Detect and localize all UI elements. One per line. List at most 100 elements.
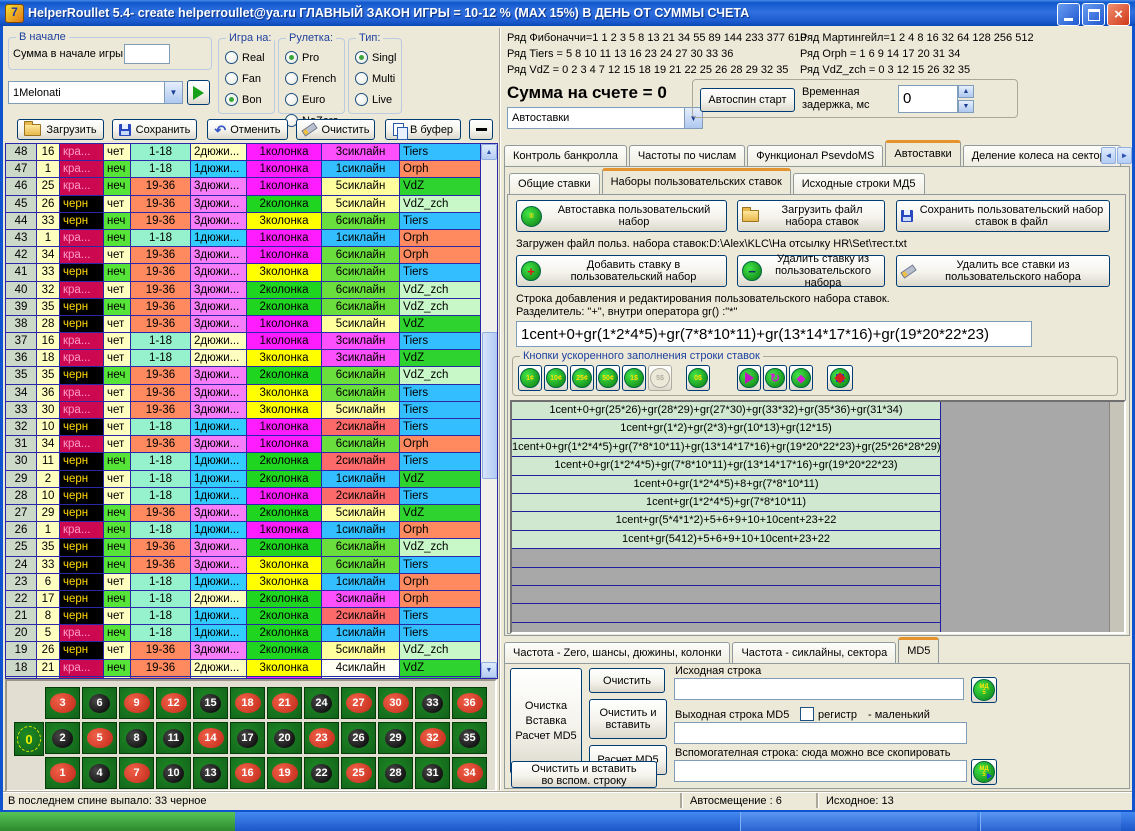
save-button[interactable]: Сохранить bbox=[112, 119, 197, 140]
load-set-file-button[interactable]: Загрузить файл набора ставок bbox=[737, 200, 885, 232]
table-row[interactable]: 3618кра...чет1-182дюжи...3колонка3сиклай… bbox=[6, 350, 481, 367]
scroll-up-icon[interactable]: ▲ bbox=[481, 144, 497, 160]
tab-main-3[interactable]: Функционал PsevdoMS bbox=[747, 145, 883, 166]
md5-clear-button[interactable]: Очистить bbox=[589, 668, 665, 693]
bet-strings-list[interactable]: 1cent+0+gr(25*26)+gr(28*29)+gr(27*30)+gr… bbox=[510, 400, 1126, 634]
roulette-cell-19[interactable]: 19 bbox=[267, 757, 302, 789]
delay-value-field[interactable]: 0 bbox=[898, 85, 958, 113]
run-preset-button[interactable] bbox=[187, 80, 210, 105]
coin-button-1d[interactable]: 1$ bbox=[622, 365, 646, 391]
quick-play-button[interactable] bbox=[737, 365, 761, 391]
table-row[interactable]: 292чернчет1-181дюжи...2колонка1сиклайнVd… bbox=[6, 471, 481, 488]
roulette-cell-15[interactable]: 15 bbox=[193, 687, 228, 719]
table-row[interactable]: 3935черннеч19-363дюжи...2колонка6сиклайн… bbox=[6, 299, 481, 316]
load-button[interactable]: Загрузить bbox=[17, 119, 104, 140]
table-row[interactable]: 4032кра...чет19-363дюжи...2колонка6сикла… bbox=[6, 282, 481, 299]
tab-main-1[interactable]: Контроль банкролла bbox=[504, 145, 627, 166]
table-row[interactable]: 2217черннеч1-182дюжи...2колонка3сиклайнO… bbox=[6, 591, 481, 608]
roulette-cell-16[interactable]: 16 bbox=[230, 757, 265, 789]
bet-list-item[interactable]: 1cent+gr(5*4*1*2)+5+6+9+10+10cent+23+22 bbox=[512, 512, 940, 530]
table-row[interactable]: 2729черннеч19-363дюжи...2колонка5сиклайн… bbox=[6, 505, 481, 522]
table-row[interactable]: 4234кра...чет19-363дюжи...1колонка6сикла… bbox=[6, 247, 481, 264]
roulette-cell-2[interactable]: 2 bbox=[45, 722, 80, 754]
close-button[interactable]: × bbox=[1107, 3, 1130, 26]
bet-list-item[interactable]: 1cent+0+gr(25*26)+gr(28*29)+gr(27*30)+gr… bbox=[512, 402, 940, 420]
delete-all-bets-button[interactable]: Удалить все ставки из пользовательского … bbox=[896, 255, 1110, 287]
roulette-cell-10[interactable]: 10 bbox=[156, 757, 191, 789]
md5-clear-paste-button[interactable]: Очистить и вставить bbox=[589, 699, 667, 739]
roulette-cell-11[interactable]: 11 bbox=[156, 722, 191, 754]
scroll-down-icon[interactable]: ▼ bbox=[481, 662, 497, 678]
radio-option-euro[interactable]: Euro bbox=[279, 89, 344, 110]
roulette-cell-32[interactable]: 32 bbox=[415, 722, 450, 754]
md5-source-input[interactable] bbox=[674, 678, 964, 700]
autospin-start-button[interactable]: Автоспин старт bbox=[700, 88, 795, 112]
radio-option-real[interactable]: Real bbox=[219, 47, 274, 68]
roulette-cell-14[interactable]: 14 bbox=[193, 722, 228, 754]
quick-repeat-button[interactable]: ↻ bbox=[763, 365, 787, 391]
roulette-cell-0[interactable]: 0 bbox=[14, 722, 44, 756]
table-row[interactable]: 3330кра...чет19-363дюжи...3колонка5сикла… bbox=[6, 402, 481, 419]
roulette-cell-17[interactable]: 17 bbox=[230, 722, 265, 754]
delete-bet-button[interactable]: − Удалить ставку из пользовательского на… bbox=[737, 255, 885, 287]
radio-option-fan[interactable]: Fan bbox=[219, 68, 274, 89]
table-row[interactable]: 3011черннеч1-181дюжи...2колонка2сиклайнT… bbox=[6, 453, 481, 470]
autobet-user-set-button[interactable]: ||| Автоставка пользовательский набор bbox=[516, 200, 727, 232]
roulette-cell-13[interactable]: 13 bbox=[193, 757, 228, 789]
table-row[interactable]: 205кра...неч1-181дюжи...2колонка1сиклайн… bbox=[6, 625, 481, 642]
roulette-cell-21[interactable]: 21 bbox=[267, 687, 302, 719]
bet-list-item[interactable]: 1cent+gr(1*2*4*5)+gr(7*8*10*11) bbox=[512, 494, 940, 512]
roulette-cell-31[interactable]: 31 bbox=[415, 757, 450, 789]
tab-scroll-right-button[interactable]: ► bbox=[1117, 147, 1132, 164]
roulette-cell-9[interactable]: 9 bbox=[119, 687, 154, 719]
roulette-cell-12[interactable]: 12 bbox=[156, 687, 191, 719]
spinner-down-icon[interactable]: ▼ bbox=[958, 100, 974, 113]
preset-combo[interactable]: 1Melonati ▼ bbox=[8, 81, 183, 104]
tab-sub-3[interactable]: Исходные строки МД5 bbox=[793, 173, 925, 194]
table-row[interactable]: 236чернчет1-181дюжи...3колонка1сиклайнOr… bbox=[6, 574, 481, 591]
roulette-cell-27[interactable]: 27 bbox=[341, 687, 376, 719]
undo-button[interactable]: ↶Отменить bbox=[207, 119, 288, 140]
roulette-cell-4[interactable]: 4 bbox=[82, 757, 117, 789]
roulette-cell-23[interactable]: 23 bbox=[304, 722, 339, 754]
tab-main-4[interactable]: Автоставки bbox=[885, 140, 960, 166]
bet-list-empty-row[interactable] bbox=[512, 623, 940, 634]
radio-option-french[interactable]: French bbox=[279, 68, 344, 89]
roulette-cell-22[interactable]: 22 bbox=[304, 757, 339, 789]
spinner-up-icon[interactable]: ▲ bbox=[958, 85, 974, 98]
start-button[interactable] bbox=[0, 812, 235, 831]
md5-output-input[interactable] bbox=[674, 722, 967, 744]
tab-bottom-3[interactable]: MD5 bbox=[898, 637, 939, 663]
taskbar-button[interactable] bbox=[980, 812, 1121, 831]
add-bet-button[interactable]: + Добавить ставку в пользовательский наб… bbox=[516, 255, 727, 287]
coin-button-10c[interactable]: 10¢ bbox=[544, 365, 568, 391]
roulette-cell-3[interactable]: 3 bbox=[45, 687, 80, 719]
clear-button[interactable]: Очистить bbox=[296, 119, 375, 140]
bet-list-item[interactable]: 1cent+0+gr(1*2*4*5)+gr(7*8*10*11)+gr(13*… bbox=[512, 457, 940, 475]
coin-button-50c[interactable]: 50¢ bbox=[596, 365, 620, 391]
scroll-thumb[interactable] bbox=[482, 332, 498, 479]
table-row[interactable]: 471кра...неч1-181дюжи...1колонка1сиклайн… bbox=[6, 161, 481, 178]
table-row[interactable]: 4816кра...чет1-182дюжи...1колонка3сиклай… bbox=[6, 144, 481, 161]
table-row[interactable]: 4433черннеч19-363дюжи...3колонка6сиклайн… bbox=[6, 213, 481, 230]
md5-big-button[interactable]: ОчисткаВставкаРасчет MD5 bbox=[510, 668, 582, 774]
tab-sub-1[interactable]: Общие ставки bbox=[509, 173, 600, 194]
bet-list-item[interactable]: 1cent+gr(5412)+5+6+9+10+10cent+23+22 bbox=[512, 531, 940, 549]
bet-list-empty-row[interactable] bbox=[512, 549, 940, 567]
taskbar-button[interactable] bbox=[740, 812, 977, 831]
taskbar[interactable] bbox=[0, 812, 1135, 831]
tab-scroll-left-button[interactable]: ◄ bbox=[1101, 147, 1116, 164]
table-row[interactable]: 1926чернчет19-363дюжи...2колонка5сиклайн… bbox=[6, 642, 481, 659]
table-row[interactable]: 218чернчет1-181дюжи...2колонка2сиклайнTi… bbox=[6, 608, 481, 625]
table-row[interactable]: 431кра...неч1-181дюжи...1колонка1сиклайн… bbox=[6, 230, 481, 247]
roulette-cell-1[interactable]: 1 bbox=[45, 757, 80, 789]
md5-aux-icon-button[interactable]: МД5 bbox=[971, 759, 997, 785]
tab-bottom-2[interactable]: Частота - сиклайны, сектора bbox=[732, 642, 896, 663]
roulette-cell-24[interactable]: 24 bbox=[304, 687, 339, 719]
spin-history-table[interactable]: 4816кра...чет1-182дюжи...1колонка3сиклай… bbox=[5, 143, 498, 679]
table-row[interactable]: 3134кра...чет19-363дюжи...1колонка6сикла… bbox=[6, 436, 481, 453]
table-row[interactable]: 3535черннеч19-363дюжи...2колонка6сиклайн… bbox=[6, 367, 481, 384]
bet-list-empty-row[interactable] bbox=[512, 604, 940, 622]
mode-combo[interactable]: Автоставки ▼ bbox=[507, 107, 703, 129]
bet-list-empty-row[interactable] bbox=[512, 586, 940, 604]
